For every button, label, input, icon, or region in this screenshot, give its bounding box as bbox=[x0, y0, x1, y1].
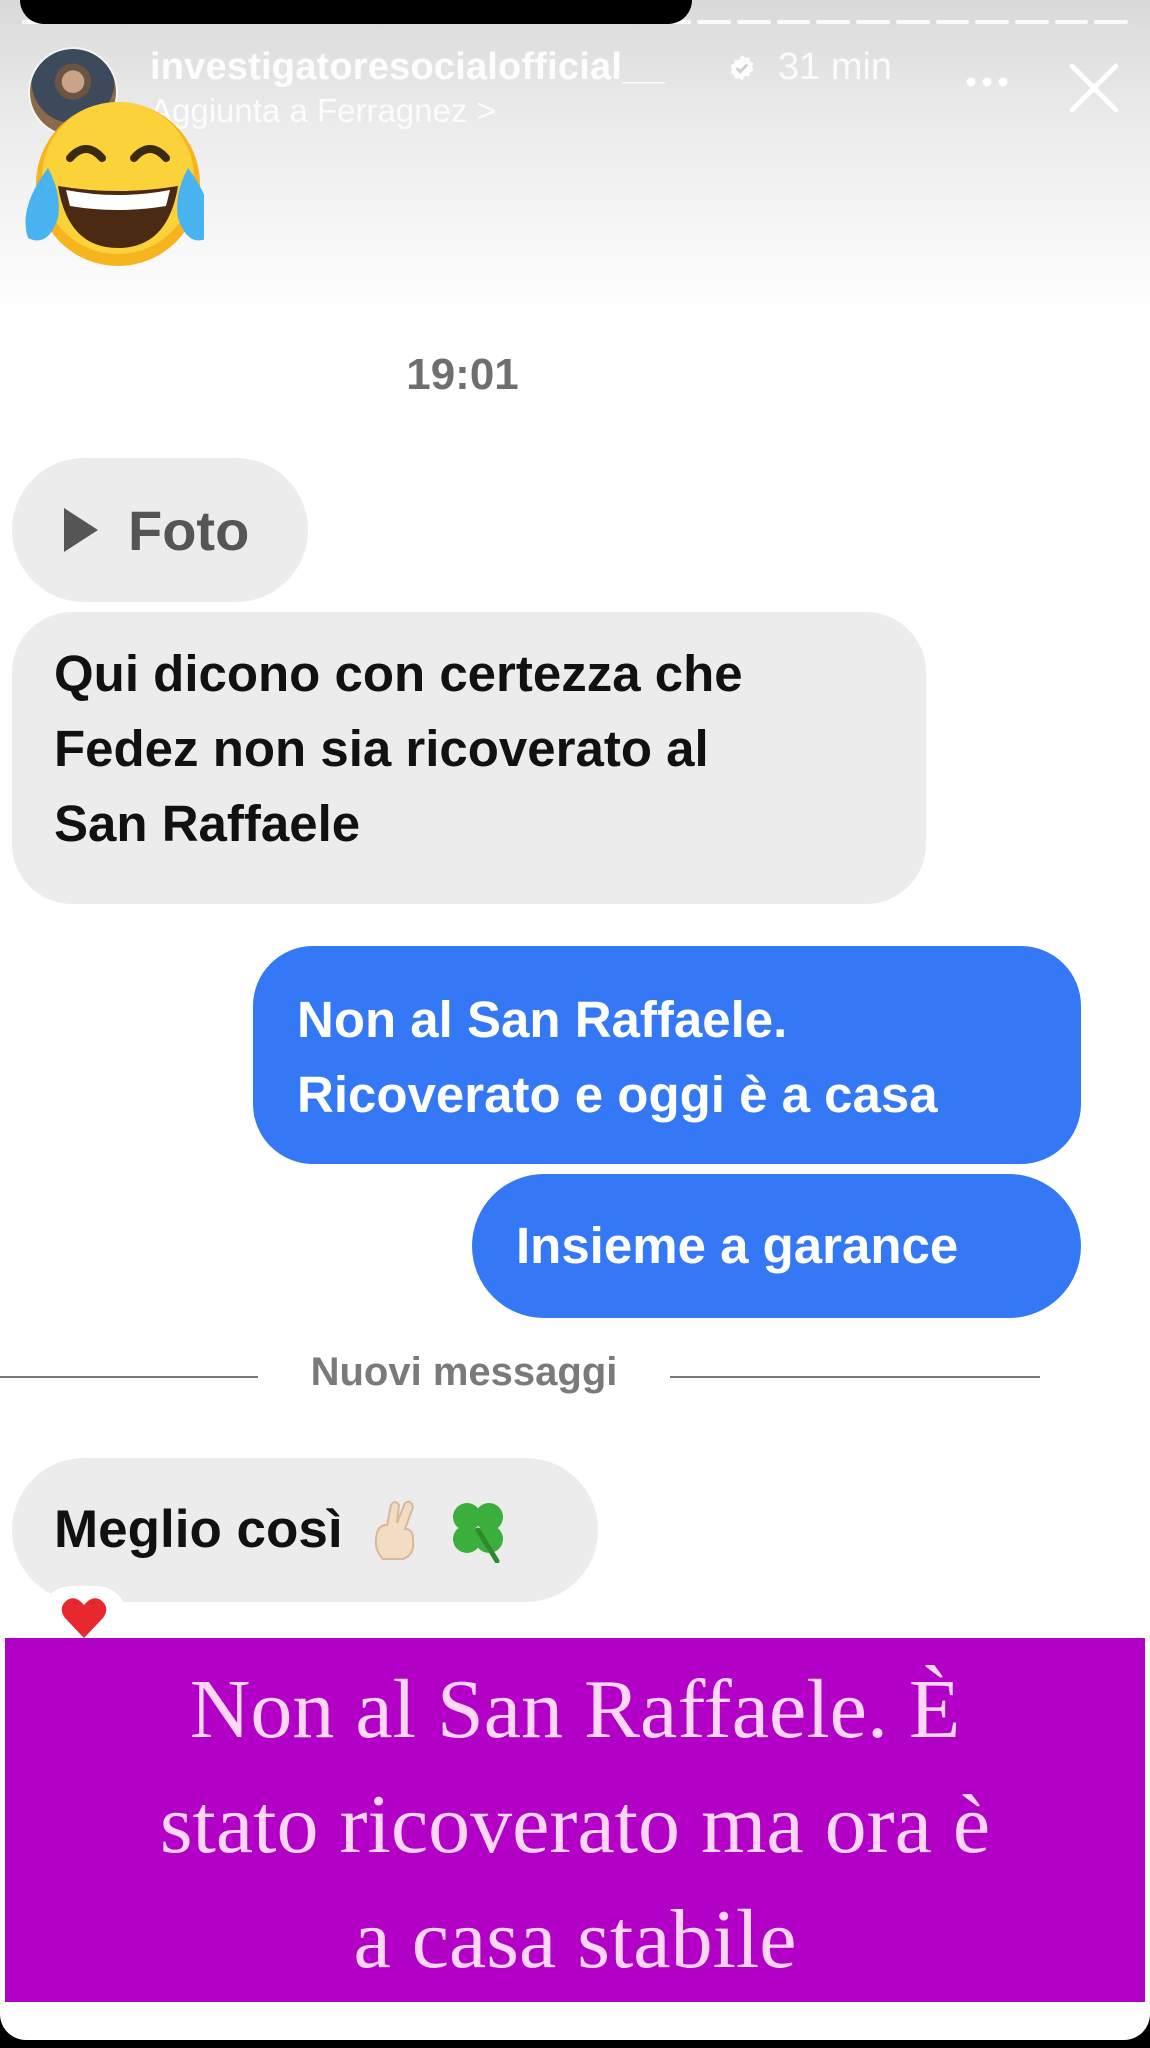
caption-line: stato ricoverato ma ora è bbox=[159, 1778, 991, 1871]
post-time: 31 min bbox=[778, 46, 893, 88]
story-frame: investigatoresocialofficial__ 31 min Agg… bbox=[0, 0, 1150, 2040]
message-line: Ricoverato e oggi è a casa bbox=[297, 1066, 938, 1123]
caption-line: Non al San Raffaele. È bbox=[189, 1663, 961, 1756]
message-line: Qui dicono con certezza che bbox=[54, 645, 743, 702]
outgoing-message[interactable]: Non al San Raffaele. Ricoverato e oggi è… bbox=[253, 946, 1081, 1164]
close-icon[interactable] bbox=[1068, 62, 1120, 114]
photo-label: Foto bbox=[128, 498, 250, 562]
caption-banner: Non al San Raffaele. È stato ricoverato … bbox=[5, 1638, 1145, 2002]
message-text: Meglio così bbox=[54, 1500, 343, 1559]
divider-line bbox=[0, 1376, 258, 1378]
four-leaf-clover-emoji-icon bbox=[452, 1503, 503, 1563]
laughing-emoji-icon bbox=[25, 102, 204, 266]
device-notch bbox=[20, 0, 692, 24]
caption-line: a casa stabile bbox=[353, 1893, 797, 1986]
heart-reaction-icon bbox=[61, 1598, 107, 1638]
new-messages-divider: Nuovi messaggi bbox=[310, 1350, 618, 1394]
message-timestamp: 19:01 bbox=[406, 350, 519, 399]
more-icon[interactable] bbox=[964, 70, 1010, 94]
photo-message[interactable]: Foto bbox=[12, 458, 308, 602]
play-icon bbox=[64, 508, 98, 552]
incoming-message[interactable]: Meglio così bbox=[12, 1458, 598, 1602]
message-line: Non al San Raffaele. bbox=[297, 991, 788, 1048]
message-line: Fedez non sia ricoverato al bbox=[54, 720, 709, 777]
outgoing-message[interactable]: Insieme a garance bbox=[472, 1174, 1081, 1318]
caption-text: Non al San Raffaele. È stato ricoverato … bbox=[5, 1652, 1145, 1997]
username[interactable]: investigatoresocialofficial__ bbox=[150, 46, 665, 89]
incoming-message[interactable]: Qui dicono con certezza che Fedez non si… bbox=[12, 612, 926, 904]
message-line: San Raffaele bbox=[54, 795, 361, 852]
divider-line bbox=[670, 1376, 1040, 1378]
verified-badge-icon bbox=[730, 55, 754, 81]
crossed-fingers-emoji-icon bbox=[374, 1500, 414, 1560]
